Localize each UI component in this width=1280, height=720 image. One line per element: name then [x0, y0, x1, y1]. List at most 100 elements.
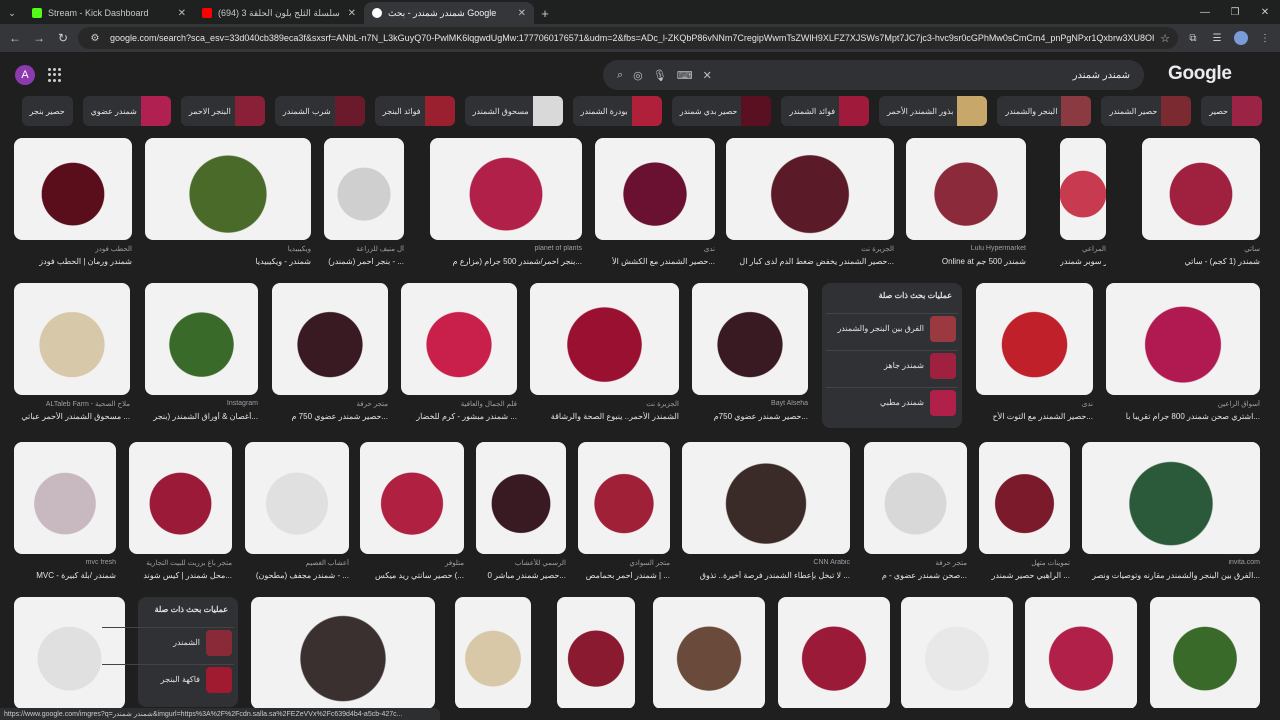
result-thumbnail[interactable] — [1025, 597, 1137, 708]
result-source[interactable]: متجر حرفة — [864, 559, 967, 567]
site-info-icon[interactable]: ⚙ — [86, 29, 104, 47]
result-source[interactable]: أعشاب الغصيم — [245, 559, 349, 567]
image-result[interactable]: ندى حصير الشمندر مع التوت الأح... — [976, 283, 1093, 431]
result-source[interactable]: ندى — [976, 400, 1093, 408]
result-title[interactable]: حصير سانتي ريد ميكس (... — [360, 571, 464, 580]
result-source[interactable]: متجر باغ بزريت للبيت التجارية — [129, 559, 232, 567]
image-result[interactable] — [901, 597, 1013, 708]
related-search-item[interactable]: الشمندر — [102, 627, 234, 657]
back-icon[interactable]: ← — [6, 29, 24, 47]
result-title[interactable]: الفرق بين البنجر والشمندر مقارنه وتوصيات… — [1082, 571, 1260, 580]
result-thumbnail[interactable] — [901, 597, 1013, 708]
result-source[interactable]: قلم الجمال والعافية — [401, 400, 517, 408]
result-thumbnail[interactable] — [145, 138, 311, 240]
forward-icon[interactable]: → — [30, 29, 48, 47]
image-result[interactable]: قلم الجمال والعافية شمندر مبشور - كرم للخ… — [401, 283, 517, 431]
close-icon[interactable]: ✕ — [348, 8, 356, 19]
image-result[interactable]: متجر حرفة حصير شمندر عضوي 750 م... — [272, 283, 388, 431]
result-thumbnail[interactable] — [557, 597, 635, 708]
result-thumbnail[interactable] — [1106, 283, 1260, 395]
result-title[interactable]: لا تبخل بإعطاء الشمندر فرصة أخيرة.. تذوق… — [682, 571, 850, 580]
related-chip[interactable]: مسحوق الشمندر — [464, 96, 563, 126]
image-result[interactable] — [1150, 597, 1260, 708]
result-title[interactable]: حصير الشمندر يخفض ضغط الدم لدى كبار ال..… — [726, 257, 894, 266]
result-thumbnail[interactable] — [476, 442, 566, 554]
result-title[interactable]: الراهبي حصير شمندر ... — [979, 571, 1070, 580]
result-thumbnail[interactable] — [595, 138, 715, 240]
tab-search-button[interactable]: ⌄ — [0, 2, 24, 24]
result-thumbnail[interactable] — [906, 138, 1026, 240]
image-result[interactable] — [251, 597, 435, 708]
result-source[interactable]: الرسمي للأعشاب — [476, 559, 566, 567]
related-chip[interactable]: فوائد البنجر — [374, 96, 455, 126]
image-result[interactable] — [778, 597, 890, 708]
image-result[interactable]: ALTaleb Farm - ملاح الصحية مسحوق الشمندر … — [14, 283, 130, 431]
image-result[interactable]: أعشاب الغصيم شمندر مجفف (مطحون) - ... — [245, 442, 349, 590]
profile-icon[interactable] — [1232, 29, 1250, 47]
result-thumbnail[interactable] — [1142, 138, 1260, 240]
related-search-item[interactable]: شمندر جاهز — [826, 350, 958, 380]
result-source[interactable]: المراعي — [1060, 245, 1106, 253]
result-source[interactable]: ALTaleb Farm - ملاح الصحية — [14, 400, 130, 408]
media-icon[interactable]: ☰ — [1208, 29, 1226, 47]
result-thumbnail[interactable] — [692, 283, 808, 395]
related-chip[interactable]: شمندر عضوي — [82, 96, 171, 126]
image-result[interactable]: الرسمي للأعشاب حصير شمندر مباشر 0... — [476, 442, 566, 590]
result-title[interactable]: حصير شمندر عضوي 750 م... — [272, 412, 388, 421]
result-title[interactable]: اشتري صحن شمندر 800 جرام تقريبا بأ... — [1106, 412, 1260, 421]
search-icon[interactable]: ⌕ — [617, 69, 623, 82]
result-thumbnail[interactable] — [578, 442, 670, 554]
result-title[interactable]: Online at شمندر 500 جم — [906, 257, 1026, 266]
result-source[interactable]: الجزيرة نت — [530, 400, 679, 408]
image-result[interactable]: أسواق الراعين اشتري صحن شمندر 800 جرام تق… — [1106, 283, 1260, 431]
result-title[interactable]: شمندر (1 كجم) - ساتي — [1142, 257, 1260, 266]
result-thumbnail[interactable] — [14, 138, 132, 240]
result-source[interactable]: Instagram — [145, 400, 258, 407]
apps-grid-icon[interactable] — [48, 68, 62, 82]
result-source[interactable]: mvc fresh — [14, 559, 116, 566]
maximize-icon[interactable]: ❐ — [1220, 0, 1250, 24]
result-title[interactable]: مسحوق الشمندر الأحمر عباتي ... — [14, 412, 130, 421]
result-thumbnail[interactable] — [145, 283, 258, 395]
close-icon[interactable]: ✕ — [518, 8, 526, 19]
image-result[interactable]: planet of plants بنجر احمر/شمندر 500 جرام… — [430, 138, 582, 276]
result-source[interactable]: تموينات متهل — [979, 559, 1070, 567]
image-result[interactable]: المراعي حصير سوبر شمندر ... — [1060, 138, 1106, 276]
search-box[interactable]: شمندر شمندر ✕ ⌨ 🎙 ◎ ⌕ — [603, 60, 1144, 90]
result-source[interactable]: متجر حرفة — [272, 400, 388, 408]
result-title[interactable]: شمندر احمر بحمامص | ... — [578, 571, 670, 580]
image-result[interactable]: invita.com الفرق بين البنجر والشمندر مقار… — [1082, 442, 1260, 590]
result-title[interactable]: حصير الشمندر مع التوت الأح... — [976, 412, 1093, 421]
microphone-icon[interactable]: 🎙 — [653, 69, 667, 82]
result-source[interactable]: متجر السوادي — [578, 559, 670, 567]
image-result[interactable] — [653, 597, 765, 708]
result-source[interactable]: invita.com — [1082, 559, 1260, 566]
related-search-item[interactable]: شمندر مطبي — [826, 387, 958, 417]
result-source[interactable]: آل منيف للزراعة — [324, 245, 404, 253]
image-result[interactable] — [557, 597, 635, 708]
image-result[interactable]: تموينات متهل الراهبي حصير شمندر ... — [979, 442, 1070, 590]
image-result[interactable]: mvc fresh MVC - شمندر /بلة كبيرة — [14, 442, 116, 590]
result-thumbnail[interactable] — [430, 138, 582, 240]
result-thumbnail[interactable] — [360, 442, 464, 554]
result-source[interactable]: planet of plants — [430, 245, 582, 252]
keyboard-icon[interactable]: ⌨ — [677, 69, 693, 82]
result-source[interactable]: ويكيبيديا — [145, 245, 311, 253]
related-chip[interactable]: حصير بنجر — [21, 96, 73, 126]
browser-tab-kick[interactable]: Stream - Kick Dashboard ✕ — [24, 2, 194, 24]
new-tab-button[interactable]: + — [534, 2, 556, 24]
result-thumbnail[interactable] — [14, 283, 130, 395]
search-query[interactable]: شمندر شمندر — [722, 70, 1130, 81]
result-title[interactable]: بنجر احمر (شمندر) - ... — [324, 257, 404, 266]
related-chip[interactable]: حصير بدي شمندر — [671, 96, 772, 126]
related-chip[interactable]: البنجر والشمندر — [997, 96, 1092, 126]
related-chip[interactable]: فوائد الشمندر — [781, 96, 870, 126]
image-result[interactable]: الحطب فودز شمندر ورمان | الحطب فودز — [14, 138, 132, 276]
image-result[interactable]: CNN Arabic لا تبخل بإعطاء الشمندر فرصة أخ… — [682, 442, 850, 590]
result-source[interactable]: متلوفر — [360, 559, 464, 567]
lens-icon[interactable]: ◎ — [633, 69, 643, 82]
result-title[interactable]: حصير شمندر مباشر 0... — [476, 571, 566, 580]
result-title[interactable]: شمندر - ويكيبيديا — [145, 257, 311, 266]
result-title[interactable]: أغصان & أوراق الشمندر (بنجر... — [145, 412, 258, 421]
result-thumbnail[interactable] — [530, 283, 679, 395]
